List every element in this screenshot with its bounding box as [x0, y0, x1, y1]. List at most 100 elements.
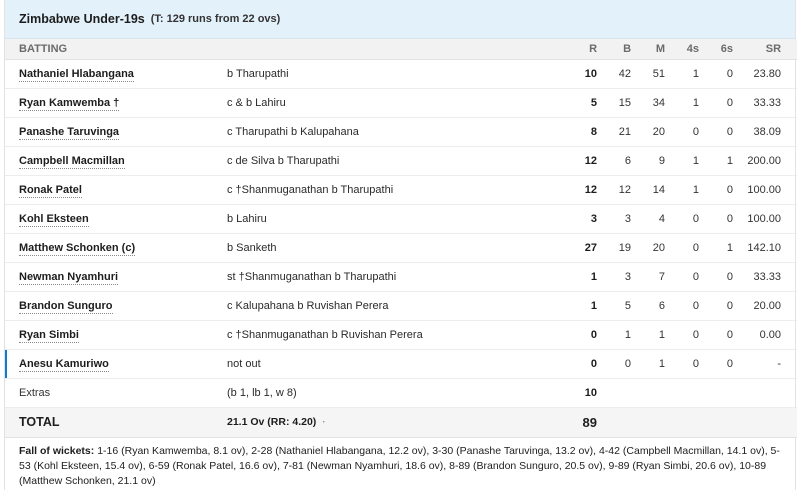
- batter-stat-sr: 20.00: [733, 291, 798, 321]
- table-row: Campbell Macmillan c de Silva b Tharupath…: [5, 146, 798, 176]
- batter-name-cell: Brandon Sunguro: [5, 291, 227, 321]
- batter-stat-sixes: 0: [699, 117, 734, 147]
- batter-stat-sr: 100.00: [733, 175, 798, 205]
- batter-dismissal: st †Shanmuganathan b Tharupathi: [227, 262, 566, 292]
- table-row: Newman Nyamhuri st †Shanmuganathan b Thar…: [5, 262, 798, 292]
- batter-stat-m: 34: [631, 88, 666, 118]
- batter-name-cell: Nathaniel Hlabangana: [5, 59, 227, 89]
- batter-name-link[interactable]: Brandon Sunguro: [19, 299, 113, 314]
- batter-stat-sr: 23.80: [733, 59, 798, 89]
- batter-dismissal: not out: [227, 349, 566, 379]
- batter-name-cell: Panashe Taruvinga: [5, 117, 227, 147]
- batter-stat-fours: 1: [665, 146, 700, 176]
- batter-stat-m: 1: [631, 349, 666, 379]
- batter-stat-b: 19: [597, 233, 632, 263]
- batters-body: Nathaniel Hlabangana b Tharupathi 10 42 51 1 0…: [5, 59, 798, 438]
- column-fours: 4s: [665, 39, 700, 60]
- batter-stat-fours: 0: [665, 291, 700, 321]
- batter-stat-sixes: 1: [699, 146, 734, 176]
- table-row: Brandon Sunguro c Kalupahana b Ruvishan P…: [5, 291, 798, 321]
- target-text: (T: 129 runs from 22 ovs): [150, 13, 281, 25]
- batter-dismissal: c Tharupathi b Kalupahana: [227, 117, 566, 147]
- batter-stat-sr: 100.00: [733, 204, 798, 234]
- batter-name-link[interactable]: Kohl Eksteen: [19, 212, 89, 227]
- batter-stat-b: 1: [597, 320, 632, 350]
- batter-stat-m: 6: [631, 291, 666, 321]
- batter-stat-sixes: 0: [699, 88, 734, 118]
- batter-dismissal: c de Silva b Tharupathi: [227, 146, 566, 176]
- fall-of-wickets-text: 1-16 (Ryan Kamwemba, 8.1 ov), 2-28 (Nath…: [19, 444, 780, 487]
- batter-stat-r: 1: [565, 262, 598, 292]
- batter-stat-r: 10: [565, 59, 598, 89]
- batter-name-cell: Ryan Simbi: [5, 320, 227, 350]
- batter-stat-r: 0: [565, 320, 598, 350]
- batter-name-link[interactable]: Matthew Schonken (c): [19, 241, 136, 256]
- batter-stat-r: 5: [565, 88, 598, 118]
- batter-name-link[interactable]: Nathaniel Hlabangana: [19, 67, 134, 82]
- batter-stat-r: 3: [565, 204, 598, 234]
- fall-of-wickets-label: Fall of wickets:: [19, 444, 95, 457]
- batter-dismissal: c & b Lahiru: [227, 88, 566, 118]
- total-overs: 21.1 Ov (RR: 4.20) ·: [227, 407, 566, 438]
- total-overs-text: 21.1 Ov (RR: 4.20): [227, 416, 317, 428]
- table-row: Matthew Schonken (c) b Sanketh 27 19 20 0 1 142…: [5, 233, 798, 263]
- batter-stat-sixes: 0: [699, 59, 734, 89]
- batter-stat-sixes: 0: [699, 349, 734, 379]
- batter-name-link[interactable]: Newman Nyamhuri: [19, 270, 119, 285]
- batter-name-link[interactable]: Panashe Taruvinga: [19, 125, 120, 140]
- table-row: Anesu Kamuriwo not out 0 0 1 0 0-: [5, 349, 798, 379]
- batter-dismissal: b Tharupathi: [227, 59, 566, 89]
- table-row: Ryan Simbi c †Shanmuganathan b Ruvishan P…: [5, 320, 798, 350]
- batter-stat-fours: 0: [665, 320, 700, 350]
- batter-stat-r: 8: [565, 117, 598, 147]
- batting-table: BATTING R B M 4s 6s SR Nathaniel Hlabang…: [5, 39, 798, 438]
- table-row: Nathaniel Hlabangana b Tharupathi 10 42 51 1 0…: [5, 59, 798, 89]
- batter-name-link[interactable]: Ryan Kamwemba †: [19, 96, 120, 111]
- batter-stat-m: 7: [631, 262, 666, 292]
- batter-stat-fours: 1: [665, 88, 700, 118]
- batter-stat-sr: 142.10: [733, 233, 798, 263]
- extras-runs: 10: [565, 378, 598, 408]
- batter-stat-fours: 0: [665, 233, 700, 263]
- batter-stat-fours: 0: [665, 349, 700, 379]
- batter-stat-sixes: 0: [699, 204, 734, 234]
- batter-stat-b: 21: [597, 117, 632, 147]
- batter-stat-fours: 1: [665, 175, 700, 205]
- batter-stat-m: 20: [631, 233, 666, 263]
- column-balls: B: [597, 39, 632, 60]
- batter-name-cell: Anesu Kamuriwo: [5, 349, 227, 379]
- batter-stat-sr: -: [733, 349, 798, 379]
- batter-name-link[interactable]: Ryan Simbi: [19, 328, 79, 343]
- batter-name-link[interactable]: Anesu Kamuriwo: [19, 357, 109, 372]
- scorecard-card: Zimbabwe Under-19s (T: 129 runs from 22 …: [4, 0, 798, 490]
- batter-stat-b: 0: [597, 349, 632, 379]
- total-row: TOTAL 21.1 Ov (RR: 4.20) · 89: [5, 407, 798, 438]
- batter-name-link[interactable]: Ronak Patel: [19, 183, 82, 198]
- table-row: Ryan Kamwemba † c & b Lahiru 5 15 34 1 0 33.33: [5, 88, 798, 118]
- batter-stat-m: 14: [631, 175, 666, 205]
- batter-stat-fours: 0: [665, 204, 700, 234]
- batter-stat-r: 0: [565, 349, 598, 379]
- batter-name-cell: Newman Nyamhuri: [5, 262, 227, 292]
- batter-stat-sixes: 0: [699, 175, 734, 205]
- batter-stat-sixes: 0: [699, 320, 734, 350]
- batter-name-cell: Ryan Kamwemba †: [5, 88, 227, 118]
- batter-stat-sr: 33.33: [733, 262, 798, 292]
- batter-name-link[interactable]: Campbell Macmillan: [19, 154, 125, 169]
- column-batting: BATTING: [5, 39, 566, 60]
- total-label: TOTAL: [5, 407, 227, 438]
- batter-name-cell: Kohl Eksteen: [5, 204, 227, 234]
- batter-name-cell: Ronak Patel: [5, 175, 227, 205]
- batter-stat-fours: 0: [665, 117, 700, 147]
- column-runs: R: [565, 39, 598, 60]
- table-row: Kohl Eksteen b Lahiru 3 3 4 0 0 100.00: [5, 204, 798, 234]
- batter-dismissal: c Kalupahana b Ruvishan Perera: [227, 291, 566, 321]
- batter-stat-r: 1: [565, 291, 598, 321]
- batter-stat-m: 20: [631, 117, 666, 147]
- batter-dismissal: b Lahiru: [227, 204, 566, 234]
- team-name: Zimbabwe Under-19s: [19, 12, 145, 26]
- batter-stat-sr: 0.00: [733, 320, 798, 350]
- batter-stat-m: 1: [631, 320, 666, 350]
- batter-stat-b: 6: [597, 146, 632, 176]
- batter-stat-b: 3: [597, 262, 632, 292]
